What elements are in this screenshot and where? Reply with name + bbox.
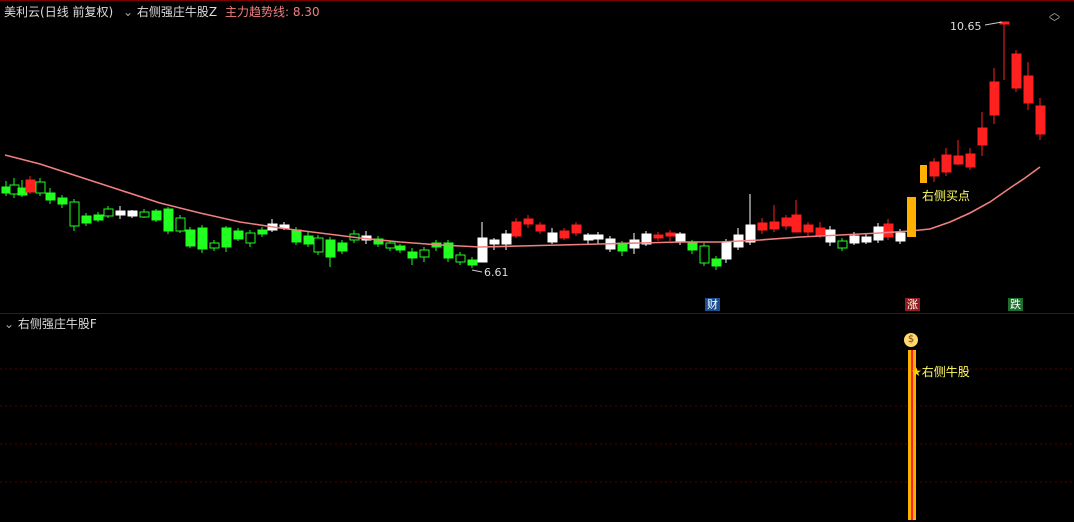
main-header: 美利云(日线 前复权) ⌄ 右侧强庄牛股Z 主力趋势线: 8.30: [4, 4, 320, 20]
candle-body-5: [45, 192, 56, 201]
candle-body-13: [139, 211, 150, 218]
candle-body-42: [477, 237, 488, 263]
candle-body-28: [313, 237, 324, 253]
candle-body-12: [127, 210, 138, 217]
period-label: (日线 前复权): [40, 5, 114, 19]
candle-body-26: [291, 229, 302, 243]
candle-body-11: [115, 210, 126, 216]
candle-body-65: [745, 224, 756, 243]
candle-body-14: [151, 210, 162, 221]
sub-indicator-name: 右侧强庄牛股F: [17, 317, 97, 331]
candle-body-59: [675, 233, 686, 243]
candle-body-34: [385, 242, 396, 249]
candle-body-21: [233, 230, 244, 240]
candle-body-10: [103, 208, 114, 217]
star-icon: ★: [911, 365, 922, 379]
candle-body-35: [395, 245, 406, 251]
candle-body-3: [25, 179, 36, 193]
candle-body-27: [303, 235, 314, 245]
kline-chart: [0, 0, 1074, 520]
candle-body-7: [69, 201, 80, 227]
candle-body-47: [535, 224, 546, 232]
candle-body-80: [941, 154, 952, 173]
candle-body-43: [489, 239, 500, 245]
candle-body-44: [501, 233, 512, 245]
candle-body-36: [407, 251, 418, 259]
nav-down-button[interactable]: ﹀: [1049, 14, 1060, 30]
candle-body-41: [467, 259, 478, 266]
indicator-chevron-icon[interactable]: ⌄: [123, 5, 133, 19]
candle-body-30: [337, 242, 348, 252]
buy-signal-bar: [907, 197, 916, 237]
candle-body-78: [895, 232, 906, 242]
candle-body-9: [93, 214, 104, 221]
stock-name: 美利云: [4, 5, 41, 19]
candle-body-88: [1035, 105, 1046, 135]
candle-body-52: [593, 234, 604, 240]
candle-body-86: [1011, 53, 1022, 89]
candle-body-15: [163, 208, 174, 232]
signal-label-row: ★右侧牛股: [911, 363, 970, 380]
sub-header: ⌄ 右侧强庄牛股F: [4, 316, 97, 332]
candle-body-70: [803, 224, 814, 233]
candle-body-75: [861, 236, 872, 243]
candle-body-19: [209, 242, 220, 249]
money-bag-icon: $: [904, 333, 918, 347]
indicator-name: 右侧强庄牛股Z: [136, 5, 218, 19]
high-price-label: 10.65: [950, 20, 982, 33]
candle-body-84: [989, 81, 1000, 116]
candle-body-45: [511, 221, 522, 237]
candle-body-23: [257, 229, 268, 235]
candle-body-22: [245, 232, 256, 244]
event-marker-finance[interactable]: 财: [705, 298, 720, 311]
candle-body-79: [929, 161, 940, 177]
buy-point-label: 右侧买点: [922, 189, 971, 203]
candle-body-81: [953, 155, 964, 165]
candle-body-29: [325, 239, 336, 258]
candle-body-37: [419, 249, 430, 258]
low-price-label: 6.61: [484, 266, 509, 279]
candle-body-40: [455, 254, 466, 263]
sub-chevron-icon[interactable]: ⌄: [4, 317, 14, 331]
trend-line: [4, 154, 1041, 248]
candle-body-48: [547, 232, 558, 243]
candle-body-61: [699, 245, 710, 264]
candle-body-4: [35, 181, 46, 194]
candle-body-74: [849, 235, 860, 244]
candle-body-58: [665, 232, 676, 237]
candle-body-49: [559, 230, 570, 239]
trend-label: 主力趋势线:: [224, 5, 290, 19]
candle-body-87: [1023, 75, 1034, 104]
candle-body-60: [687, 242, 698, 251]
candle-body-57: [653, 234, 664, 239]
candle-body-73: [837, 240, 848, 249]
candle-body-50: [571, 224, 582, 234]
candle-body-51: [583, 234, 594, 241]
candle-body-6: [57, 197, 68, 205]
candle-body-67: [769, 221, 780, 230]
candle-body-18: [197, 227, 208, 250]
candle-body-63: [721, 241, 732, 260]
trend-value: 8.30: [292, 5, 320, 19]
candle-body-83: [977, 127, 988, 146]
candle-body-82: [965, 153, 976, 168]
candle-body-46: [523, 218, 534, 225]
candle-body-62: [711, 258, 722, 267]
candle-body-71: [815, 227, 826, 237]
candle-body-66: [757, 222, 768, 231]
signal-label: 右侧牛股: [921, 365, 970, 379]
candle-body-17: [185, 229, 196, 247]
buy-signal-small-bar: [920, 165, 927, 183]
candle-body-8: [81, 215, 92, 224]
candle-body-68: [781, 217, 792, 227]
event-marker-rise[interactable]: 涨: [905, 298, 920, 311]
candle-body-16: [175, 217, 186, 232]
candle-body-69: [791, 214, 802, 233]
candle-body-77: [883, 223, 894, 238]
candle-body-20: [221, 227, 232, 248]
event-marker-fall[interactable]: 跌: [1008, 298, 1023, 311]
